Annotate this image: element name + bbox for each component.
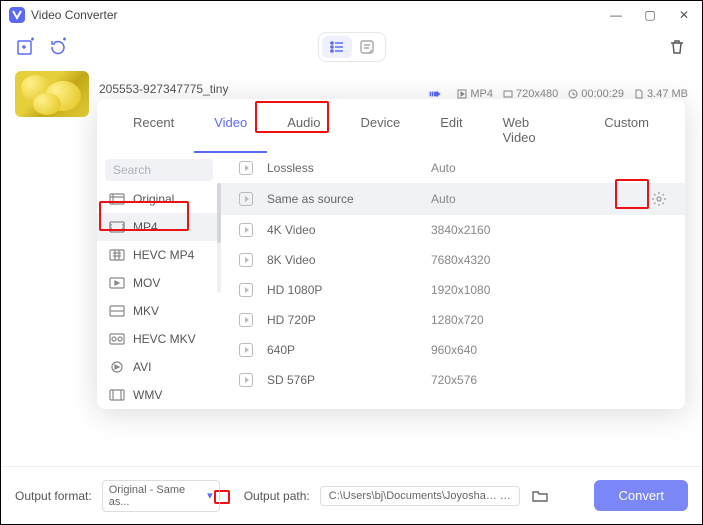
format-icon <box>109 331 125 347</box>
output-path-field[interactable]: C:\Users\bj\Documents\Joyoshare Vidik … <box>320 486 520 506</box>
preset-row[interactable]: Same as source Auto <box>221 183 685 215</box>
play-icon <box>239 283 253 297</box>
preset-resolution: Auto <box>431 192 637 206</box>
sidebar-item-label: MOV <box>133 276 160 290</box>
sidebar-item-label: WMV <box>133 388 162 402</box>
preset-resolution: 720x576 <box>431 373 667 387</box>
output-format-value: Original - Same as... <box>109 484 199 508</box>
open-folder-icon[interactable] <box>530 488 550 504</box>
tab-web-video[interactable]: Web Video <box>483 107 585 153</box>
output-format-select[interactable]: Original - Same as... ▾ <box>102 480 220 512</box>
play-icon <box>239 253 253 267</box>
add-file-icon[interactable] <box>15 36 37 58</box>
sidebar-item-label: Original <box>133 192 174 206</box>
tab-custom[interactable]: Custom <box>584 107 669 153</box>
sidebar-scrollbar[interactable] <box>217 183 221 293</box>
preset-name: 4K Video <box>267 223 417 237</box>
play-icon <box>239 313 253 327</box>
preset-row[interactable]: SD 576P 720x576 <box>221 365 685 395</box>
list-view-icon[interactable] <box>322 36 352 58</box>
sidebar-item-mkv[interactable]: MKV <box>97 297 221 325</box>
sidebar-item-hevc-mp4[interactable]: HEVC MP4 <box>97 241 221 269</box>
ellipsis-icon: … <box>500 490 511 502</box>
play-icon <box>239 343 253 357</box>
format-tabs: RecentVideoAudioDeviceEditWeb VideoCusto… <box>97 99 685 153</box>
tab-video[interactable]: Video <box>194 107 267 153</box>
preset-resolution: 1280x720 <box>431 313 667 327</box>
sidebar-item-mp4[interactable]: MP4 <box>97 213 221 241</box>
play-icon <box>239 161 253 175</box>
preset-name: HD 720P <box>267 313 417 327</box>
search-input[interactable]: Search <box>105 159 213 181</box>
format-dropdown-panel: RecentVideoAudioDeviceEditWeb VideoCusto… <box>97 99 685 409</box>
preset-resolution: Auto <box>431 161 667 175</box>
sidebar-item-original[interactable]: Original <box>97 185 221 213</box>
preset-name: SD 576P <box>267 373 417 387</box>
sidebar-item-label: AVI <box>133 360 151 374</box>
play-icon <box>239 223 253 237</box>
chevron-down-icon: ▾ <box>207 489 213 502</box>
maximize-icon[interactable]: ▢ <box>640 8 660 22</box>
output-path-label: Output path: <box>244 489 310 503</box>
play-icon <box>239 373 253 387</box>
minimize-icon[interactable]: — <box>606 8 626 22</box>
sidebar-item-mov[interactable]: MOV <box>97 269 221 297</box>
preset-list: Lossless Auto Same as source Auto 4K Video 38… <box>221 153 685 409</box>
sidebar-item-label: MP4 <box>133 220 158 234</box>
trash-icon[interactable] <box>666 36 688 58</box>
output-path-value: C:\Users\bj\Documents\Joyoshare Vidik <box>329 490 500 502</box>
format-icon <box>109 303 125 319</box>
tab-device[interactable]: Device <box>340 107 420 153</box>
sidebar-item-label: HEVC MKV <box>133 332 196 346</box>
preset-row[interactable]: HD 720P 1280x720 <box>221 305 685 335</box>
preset-row[interactable]: 4K Video 3840x2160 <box>221 215 685 245</box>
app-logo <box>9 7 25 23</box>
view-toggle[interactable] <box>318 32 386 62</box>
format-icon <box>109 275 125 291</box>
sidebar-item-hevc-mkv[interactable]: HEVC MKV <box>97 325 221 353</box>
tab-audio[interactable]: Audio <box>267 107 340 153</box>
file-name: 205553-927347775_tiny <box>99 82 412 96</box>
preset-row[interactable]: Lossless Auto <box>221 153 685 183</box>
sidebar-item-avi[interactable]: AVI <box>97 353 221 381</box>
preset-resolution: 3840x2160 <box>431 223 667 237</box>
format-icon <box>109 219 125 235</box>
preset-row[interactable]: HD 1080P 1920x1080 <box>221 275 685 305</box>
video-thumbnail[interactable] <box>15 71 89 117</box>
close-icon[interactable]: ✕ <box>674 8 694 22</box>
play-icon <box>239 192 253 206</box>
titlebar: Video Converter — ▢ ✕ <box>1 1 702 29</box>
preset-resolution: 1920x1080 <box>431 283 667 297</box>
format-icon <box>109 387 125 403</box>
preset-resolution: 7680x4320 <box>431 253 667 267</box>
preset-row[interactable]: 640P 960x640 <box>221 335 685 365</box>
format-icon <box>109 191 125 207</box>
format-icon <box>109 247 125 263</box>
preset-name: Same as source <box>267 192 417 206</box>
format-icon <box>109 359 125 375</box>
refresh-icon[interactable] <box>47 36 69 58</box>
preset-name: 8K Video <box>267 253 417 267</box>
sidebar-item-label: HEVC MP4 <box>133 248 194 262</box>
preset-name: HD 1080P <box>267 283 417 297</box>
preset-name: Lossless <box>267 161 417 175</box>
footer: Output format: Original - Same as... ▾ O… <box>1 466 702 524</box>
toolbar <box>1 29 702 65</box>
gear-icon[interactable] <box>651 191 667 207</box>
app-title: Video Converter <box>31 8 118 22</box>
tab-edit[interactable]: Edit <box>420 107 482 153</box>
preset-name: 640P <box>267 343 417 357</box>
convert-button[interactable]: Convert <box>594 480 688 511</box>
note-view-icon[interactable] <box>352 36 382 58</box>
tab-recent[interactable]: Recent <box>113 107 194 153</box>
sidebar-item-wmv[interactable]: WMV <box>97 381 221 409</box>
output-format-label: Output format: <box>15 489 92 503</box>
preset-resolution: 960x640 <box>431 343 667 357</box>
preset-row[interactable]: 8K Video 7680x4320 <box>221 245 685 275</box>
sidebar-item-label: MKV <box>133 304 159 318</box>
format-sidebar: Search Original MP4 HEVC MP4 MOV MKV HEVC MKV… <box>97 153 221 409</box>
